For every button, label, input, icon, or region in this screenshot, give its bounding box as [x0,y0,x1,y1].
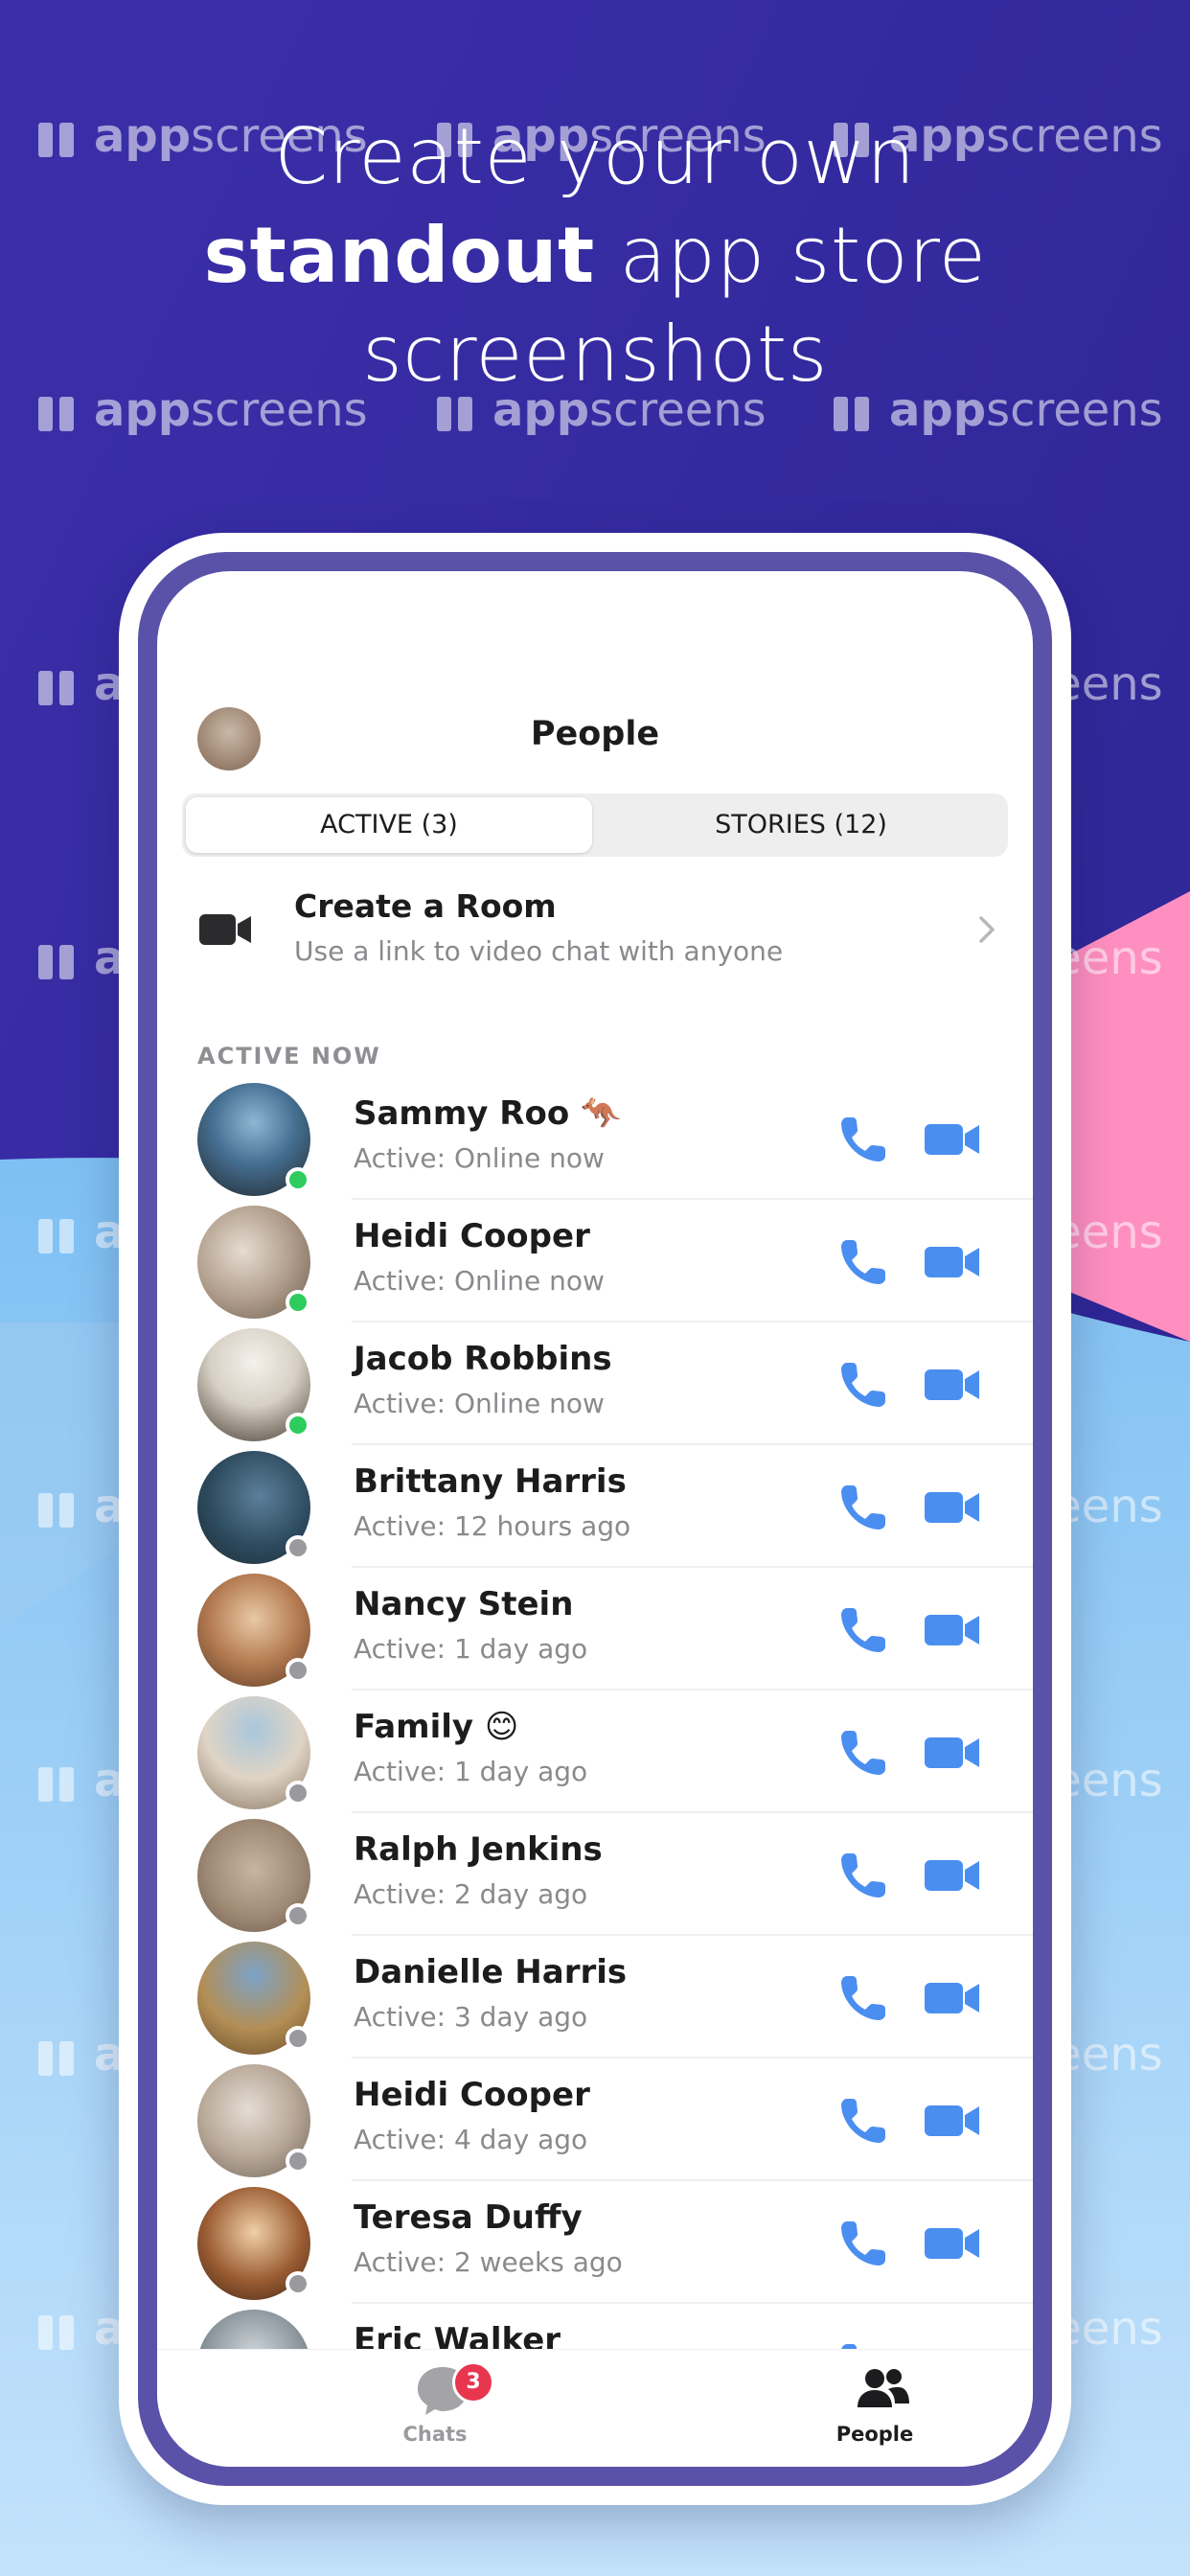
headline-line-2-rest: app store [594,211,987,300]
chevron-right-icon [979,916,995,943]
offline-status-dot [286,2026,310,2051]
headline-line-1: Create your own [274,112,916,201]
tab-stories[interactable]: STORIES (12) [598,797,1004,853]
contact-status: Active: Online now [354,1265,605,1297]
phone-call-icon[interactable] [837,1359,889,1411]
contact-status: Active: 4 day ago [354,2124,588,2155]
avatar [197,1696,310,1809]
contact-row[interactable]: Family 😊 Active: 1 day ago [157,1690,1033,1813]
contact-status: Active: 1 day ago [354,1756,588,1787]
avatar [197,1206,310,1319]
headline-bold-word: standout [203,211,595,300]
contact-name: Heidi Cooper [354,1217,590,1255]
create-room-row[interactable]: Create a Room Use a link to video chat w… [157,878,1033,993]
avatar [197,1574,310,1687]
tab-chats-label: Chats [402,2423,468,2446]
contact-name: Teresa Duffy [354,2198,583,2237]
contact-row[interactable]: Heidi Cooper Active: Online now [157,1200,1033,1322]
phone-call-icon[interactable] [837,1850,889,1901]
headline-line-3: screenshots [362,310,828,399]
chats-badge: 3 [452,2361,494,2404]
avatar [197,2064,310,2177]
contact-name: Sammy Roo 🦘 [354,1094,622,1133]
contact-status: Active: 12 hours ago [354,1510,631,1542]
people-icon [858,2369,909,2407]
contact-status: Active: 3 day ago [354,2001,588,2033]
video-call-icon[interactable] [924,1119,981,1160]
segmented-control: ACTIVE (3) STORIES (12) [182,794,1008,857]
avatar [197,1083,310,1196]
create-room-subtitle: Use a link to video chat with anyone [294,935,784,967]
contact-status: Active: Online now [354,1142,605,1174]
video-call-icon[interactable] [924,1610,981,1650]
phone-call-icon[interactable] [837,1236,889,1288]
video-call-icon[interactable] [924,1978,981,2018]
section-label-active-now: ACTIVE NOW [197,1043,381,1070]
video-camera-icon [199,914,251,945]
avatar [197,1942,310,2055]
phone-call-icon[interactable] [837,1482,889,1533]
tab-active[interactable]: ACTIVE (3) [186,797,592,853]
phone-call-icon[interactable] [837,1727,889,1779]
phone-call-icon[interactable] [837,2218,889,2269]
contact-row[interactable]: Sammy Roo 🦘 Active: Online now [157,1077,1033,1200]
page-title: People [530,715,660,753]
video-call-icon[interactable] [924,2223,981,2264]
contact-row[interactable]: Ralph Jenkins Active: 2 day ago [157,1813,1033,1936]
headline-line-2: standout app store [0,206,1190,305]
contact-name: Family 😊 [354,1708,519,1746]
video-call-icon[interactable] [924,2101,981,2141]
phone-screen: People ACTIVE (3) STORIES (12) Create a … [157,571,1033,2467]
video-call-icon[interactable] [924,1733,981,1773]
contact-status: Active: 2 day ago [354,1878,588,1910]
contact-status: Active: 2 weeks ago [354,2246,623,2278]
phone-call-icon[interactable] [837,1604,889,1656]
tab-chats[interactable]: 3 Chats [339,2350,531,2467]
offline-status-dot [286,1658,310,1683]
contact-name: Heidi Cooper [354,2076,590,2114]
contact-name: Ralph Jenkins [354,1830,603,1869]
avatar [197,2187,310,2300]
phone-call-icon[interactable] [837,2095,889,2147]
contact-row[interactable]: Jacob Robbins Active: Online now [157,1322,1033,1445]
avatar [197,1451,310,1564]
online-status-dot [286,1290,310,1315]
contact-name: Jacob Robbins [354,1340,612,1378]
offline-status-dot [286,2271,310,2296]
offline-status-dot [286,1535,310,1560]
tab-bar: 3 Chats People [157,2349,1033,2467]
offline-status-dot [286,2149,310,2174]
phone-call-icon[interactable] [837,1114,889,1165]
contact-row[interactable]: Heidi Cooper Active: 4 day ago [157,2058,1033,2181]
contact-row[interactable]: Danielle Harris Active: 3 day ago [157,1936,1033,2058]
tab-people-label: People [835,2423,914,2446]
contact-row[interactable]: Nancy Stein Active: 1 day ago [157,1568,1033,1690]
contact-status: Active: Online now [354,1388,605,1419]
contact-row[interactable]: Teresa Duffy Active: 2 weeks ago [157,2181,1033,2304]
contact-name: Brittany Harris [354,1462,627,1501]
video-call-icon[interactable] [924,1365,981,1405]
tab-people[interactable]: People [779,2350,971,2467]
offline-status-dot [286,1903,310,1928]
phone-call-icon[interactable] [837,1972,889,2024]
contact-name: Nancy Stein [354,1585,574,1623]
video-call-icon[interactable] [924,1855,981,1896]
contact-row[interactable]: Brittany Harris Active: 12 hours ago [157,1445,1033,1568]
headline: Create your own standout app store scree… [0,107,1190,403]
online-status-dot [286,1167,310,1192]
contact-status: Active: 1 day ago [354,1633,588,1665]
video-call-icon[interactable] [924,1487,981,1528]
contact-name: Danielle Harris [354,1953,628,1991]
video-call-icon[interactable] [924,1242,981,1282]
avatar [197,1328,310,1441]
create-room-title: Create a Room [294,887,557,925]
avatar [197,1819,310,1932]
offline-status-dot [286,1781,310,1806]
online-status-dot [286,1413,310,1438]
